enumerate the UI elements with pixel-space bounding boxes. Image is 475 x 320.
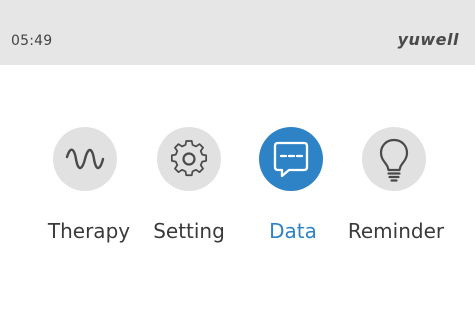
reminder-button[interactable] <box>362 127 426 191</box>
setting-button[interactable] <box>157 127 221 191</box>
main-menu: Therapy Setting Data Reminder <box>0 0 475 320</box>
lightbulb-icon <box>379 138 409 182</box>
menu-item-reminder[interactable]: Reminder <box>336 127 456 247</box>
gear-icon <box>170 140 208 177</box>
therapy-button[interactable] <box>53 127 117 191</box>
setting-label: Setting <box>153 219 225 243</box>
data-button[interactable] <box>259 127 323 191</box>
menu-item-setting[interactable]: Setting <box>129 127 249 247</box>
wave-icon <box>65 148 105 170</box>
menu-item-data[interactable]: Data <box>233 127 353 247</box>
chat-bubble-icon <box>273 141 309 178</box>
data-label: Data <box>269 219 317 243</box>
reminder-label: Reminder <box>347 219 445 243</box>
